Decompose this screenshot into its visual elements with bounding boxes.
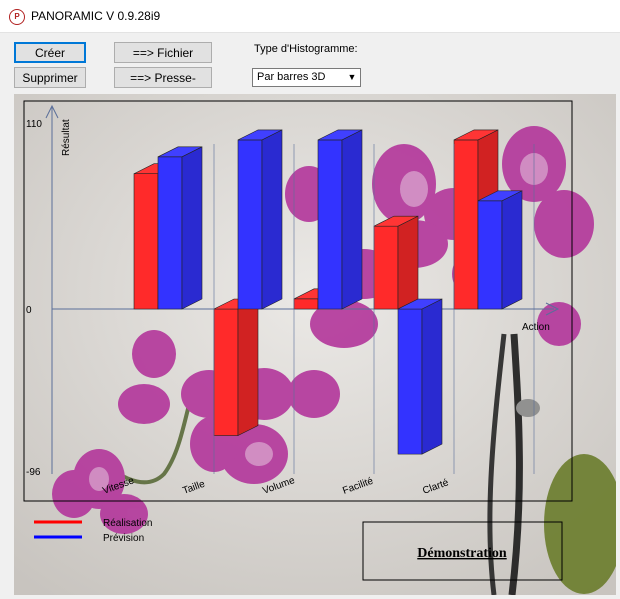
presse-papier-button[interactable]: ==> Presse-Papier <box>114 67 212 106</box>
bar-prvision-1-front <box>237 139 263 310</box>
bar-ralisation-0-front <box>133 173 159 310</box>
y-axis-label: Résultat <box>61 119 72 156</box>
bar-prvision-1-side <box>261 129 283 310</box>
window-title: PANORAMIC V 0.9.28i9 <box>31 9 161 23</box>
chart-canvas: 110 0 -96 Résultat Action Vitesse Taille V… <box>14 94 616 595</box>
supprimer-button[interactable]: Supprimer <box>14 67 86 88</box>
bar-prvision-4-side <box>501 190 523 310</box>
histogram-type-label: Type d'Histogramme: <box>254 43 358 55</box>
chevron-down-icon[interactable]: ▼ <box>344 69 360 86</box>
fichier-button[interactable]: ==> Fichier <box>114 42 212 63</box>
y-tick-zero: 0 <box>26 305 32 316</box>
bar-prvision-0-side <box>181 146 203 310</box>
y-tick-max: 110 <box>26 119 42 130</box>
legend-label-realisation: Réalisation <box>103 518 152 529</box>
bar-prvision-2-front <box>317 139 343 310</box>
histogram-type-select[interactable]: Par barres 3D ▼ <box>252 68 361 87</box>
y-tick-min: -96 <box>26 467 41 478</box>
bar-prvision-2-side <box>341 129 363 310</box>
x-axis-label: Action <box>522 322 550 333</box>
bar-ralisation-4-front <box>453 139 479 310</box>
bar-ralisation-3-front <box>373 225 399 310</box>
title-bar: P PANORAMIC V 0.9.28i9 <box>0 0 620 33</box>
legend-label-prevision: Prévision <box>103 533 144 544</box>
bar-ralisation-2-front <box>293 298 319 310</box>
creer-button[interactable]: Créer <box>14 42 86 63</box>
bar-prvision-3-front <box>397 308 423 455</box>
bar-ralisation-1-side <box>237 298 259 437</box>
panoramic-app-icon: P <box>9 9 25 25</box>
bar-ralisation-1-front <box>213 308 239 436</box>
demo-panel: 110 0 -96 Résultat Action Vitesse Taille V… <box>14 94 616 595</box>
histogram-type-value: Par barres 3D <box>257 71 326 83</box>
demo-title: Démonstration <box>417 546 507 561</box>
bar-prvision-3-side <box>421 298 443 455</box>
bar-ralisation-3-side <box>397 215 419 310</box>
bar-prvision-0-front <box>157 156 183 310</box>
bar-prvision-4-front <box>477 200 503 310</box>
